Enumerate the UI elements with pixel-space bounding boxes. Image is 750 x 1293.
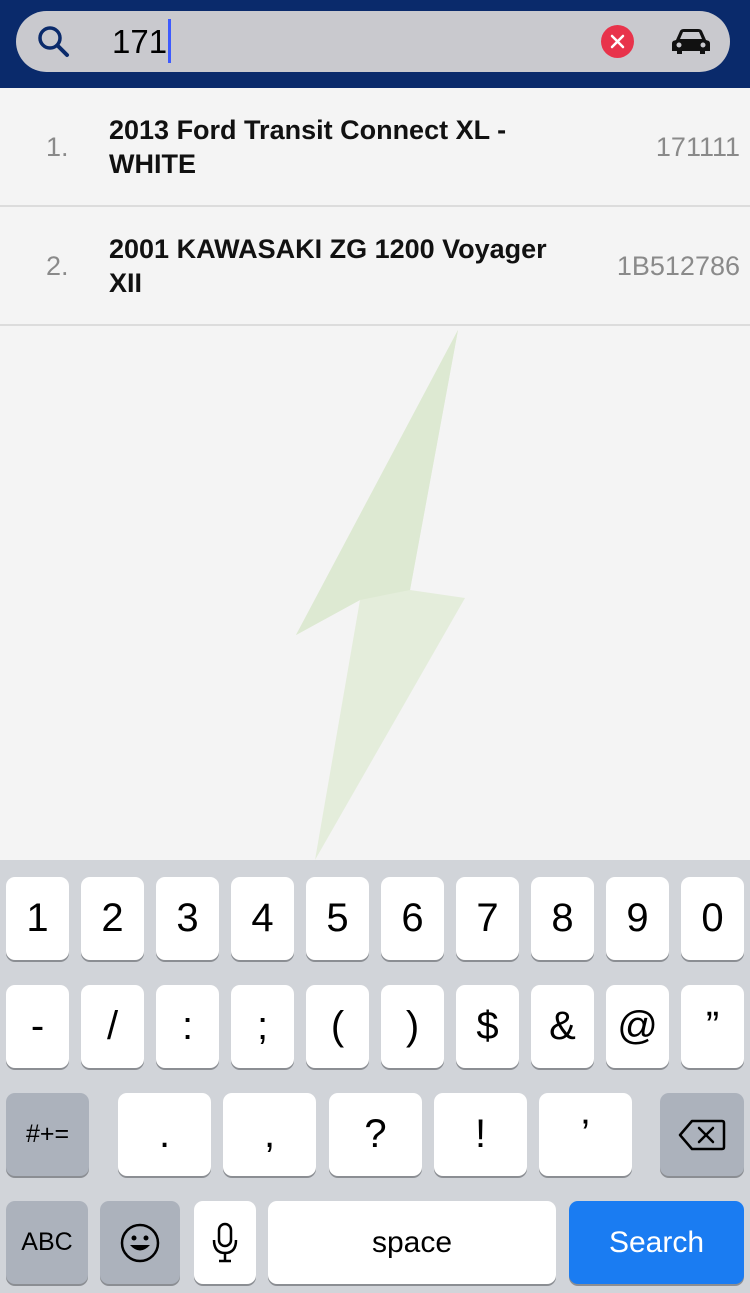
key-0[interactable]: 0	[681, 877, 744, 960]
emoji-key[interactable]	[100, 1201, 180, 1284]
backspace-icon	[678, 1119, 726, 1150]
key-hyphen[interactable]: -	[6, 985, 69, 1068]
result-index: 2.	[46, 251, 69, 281]
key-slash[interactable]: /	[81, 985, 144, 1068]
abc-key[interactable]: ABC	[6, 1201, 88, 1284]
key-3[interactable]: 3	[156, 877, 219, 960]
key-quote[interactable]: ”	[681, 985, 744, 1068]
close-icon	[610, 34, 625, 49]
search-key[interactable]: Search	[569, 1201, 744, 1284]
key-8[interactable]: 8	[531, 877, 594, 960]
key-close-paren[interactable]: )	[381, 985, 444, 1068]
microphone-icon	[212, 1222, 238, 1262]
key-at[interactable]: @	[606, 985, 669, 1068]
key-5[interactable]: 5	[306, 877, 369, 960]
search-bar[interactable]: 171	[16, 11, 730, 72]
clear-search-button[interactable]	[601, 25, 634, 58]
result-title: 2013 Ford Transit Connect XL - WHITE	[109, 115, 507, 179]
search-input[interactable]: 171	[112, 23, 167, 61]
key-semicolon[interactable]: ;	[231, 985, 294, 1068]
key-1[interactable]: 1	[6, 877, 69, 960]
list-item[interactable]: 1. 2013 Ford Transit Connect XL - WHITE …	[0, 88, 750, 207]
text-caret	[168, 19, 171, 63]
key-period[interactable]: .	[118, 1093, 211, 1176]
result-code: 1B512786	[616, 251, 740, 281]
search-icon	[38, 26, 69, 57]
key-dollar[interactable]: $	[456, 985, 519, 1068]
result-title: 2001 KAWASAKI ZG 1200 Voyager XII	[109, 234, 547, 298]
key-4[interactable]: 4	[231, 877, 294, 960]
key-6[interactable]: 6	[381, 877, 444, 960]
key-2[interactable]: 2	[81, 877, 144, 960]
more-symbols-key[interactable]: #+=	[6, 1093, 89, 1176]
key-comma[interactable]: ,	[223, 1093, 316, 1176]
on-screen-keyboard: 1 2 3 4 5 6 7 8 9 0 - / : ; ( ) $ & @ ” …	[0, 860, 750, 1293]
key-exclamation[interactable]: !	[434, 1093, 527, 1176]
list-item[interactable]: 2. 2001 KAWASAKI ZG 1200 Voyager XII 1B5…	[0, 207, 750, 326]
key-open-paren[interactable]: (	[306, 985, 369, 1068]
key-9[interactable]: 9	[606, 877, 669, 960]
backspace-key[interactable]	[660, 1093, 744, 1176]
result-index: 1.	[46, 132, 69, 162]
app-header: 171	[0, 0, 750, 88]
key-ampersand[interactable]: &	[531, 985, 594, 1068]
key-colon[interactable]: :	[156, 985, 219, 1068]
car-icon[interactable]	[670, 26, 712, 56]
result-code: 171111	[655, 132, 740, 162]
space-key[interactable]: space	[268, 1201, 556, 1284]
microphone-key[interactable]	[194, 1201, 256, 1284]
key-question[interactable]: ?	[329, 1093, 422, 1176]
emoji-icon	[120, 1223, 160, 1262]
key-apostrophe[interactable]: ’	[539, 1093, 632, 1176]
search-results-list: 1. 2013 Ford Transit Connect XL - WHITE …	[0, 88, 750, 326]
lightning-bolt-watermark	[296, 330, 465, 860]
key-7[interactable]: 7	[456, 877, 519, 960]
